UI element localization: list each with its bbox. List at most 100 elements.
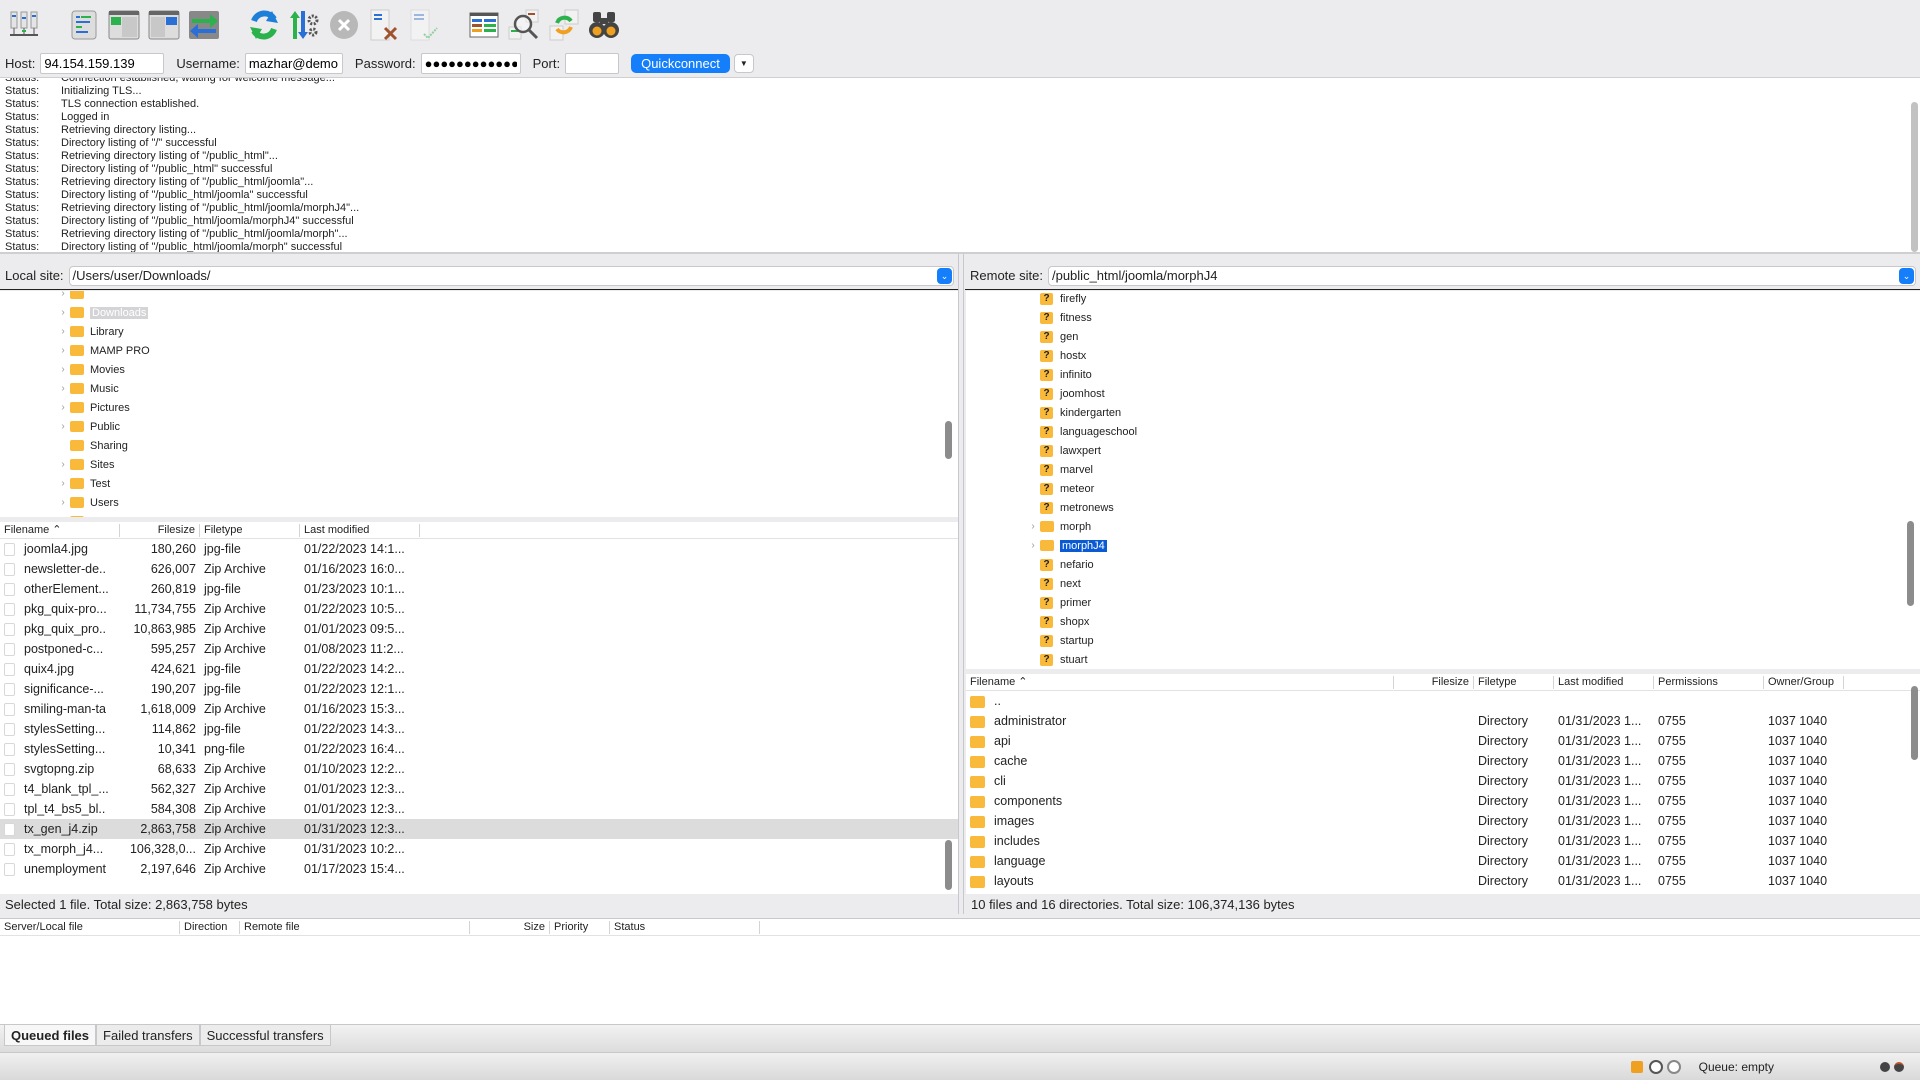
quickconnect-button[interactable]: Quickconnect [631,54,730,73]
column-header-filename[interactable]: Filename ⌃ [0,523,120,537]
file-row[interactable]: tpl_t4_bs5_bl.. 584,308 Zip Archive 01/01/2… [0,799,958,819]
directory-filter-button[interactable] [466,7,502,43]
tree-item[interactable]: › MAMP PRO [56,341,958,360]
tree-item[interactable]: › [56,291,958,303]
tab-failed-transfers[interactable]: Failed transfers [96,1025,200,1046]
tree-item[interactable]: ? lawxpert [1026,441,1920,460]
remote-list-scrollbar[interactable] [1911,686,1918,760]
toggle-message-log-button[interactable] [66,7,102,43]
file-row[interactable]: joomla4.jpg 180,260 jpg-file 01/22/2023 14:… [0,539,958,559]
site-manager-button[interactable] [6,7,42,43]
queue-column-server-local-file[interactable]: Server/Local file [0,920,180,934]
message-log-scrollbar[interactable] [1911,102,1918,252]
cancel-operation-button[interactable] [326,7,362,43]
chevron-right-icon[interactable]: › [56,421,70,432]
chevron-right-icon[interactable]: › [56,364,70,375]
tree-item[interactable]: › Music [56,379,958,398]
file-row[interactable]: smiling-man-ta 1,618,009 Zip Archive 01/16/… [0,699,958,719]
disconnect-button[interactable] [366,7,402,43]
file-row[interactable]: cache Directory 01/31/2023 1... 0755 1037 10… [966,751,1920,771]
toggle-transfer-queue-button[interactable] [186,7,222,43]
chevron-right-icon[interactable]: › [56,402,70,413]
tree-item[interactable]: ? firefly [1026,291,1920,308]
file-row[interactable]: api Directory 01/31/2023 1... 0755 1037 1040 [966,731,1920,751]
chevron-right-icon[interactable]: › [56,383,70,394]
local-path-dropdown[interactable]: ⌄ [937,267,952,284]
tree-item[interactable]: › Pictures [56,398,958,417]
file-row[interactable]: newsletter-de.. 626,007 Zip Archive 01/16/2… [0,559,958,579]
file-row[interactable]: svgtopng.zip 68,633 Zip Archive 01/10/2023 … [0,759,958,779]
file-row[interactable]: images Directory 01/31/2023 1... 0755 1037 1… [966,811,1920,831]
local-list-scrollbar[interactable] [945,840,952,890]
tree-item[interactable]: › morphJ4 [1026,536,1920,555]
file-row[interactable]: significance-... 190,207 jpg-file 01/22/202… [0,679,958,699]
column-header-last-modified[interactable]: Last modified [300,523,420,537]
file-row[interactable]: quix4.jpg 424,621 jpg-file 01/22/2023 14:2.… [0,659,958,679]
tree-item[interactable]: ? next [1026,574,1920,593]
chevron-right-icon[interactable]: › [56,478,70,489]
search-remote-files-button[interactable] [586,7,622,43]
remote-path-input[interactable]: /public_html/joomla/morphJ4 ⌄ [1047,265,1916,286]
column-header-filetype[interactable]: Filetype [200,523,300,537]
chevron-right-icon[interactable]: › [1026,521,1040,532]
remote-tree-scrollbar[interactable] [1907,521,1914,606]
tree-item[interactable]: › Library [56,322,958,341]
file-row[interactable]: pkg_quix_pro.. 10,863,985 Zip Archive 01/01… [0,619,958,639]
tree-item[interactable]: ? kindergarten [1026,403,1920,422]
tree-item[interactable]: ? marvel [1026,460,1920,479]
tree-item[interactable]: ? stuart [1026,650,1920,669]
column-header-filename[interactable]: Filename ⌃ [966,675,1394,689]
chevron-right-icon[interactable]: › [56,516,70,517]
queue-column-size[interactable]: Size [470,920,550,934]
tree-item[interactable]: › Movies [56,360,958,379]
chevron-right-icon[interactable]: › [56,497,70,508]
chevron-right-icon[interactable]: › [56,326,70,337]
pane-splitter[interactable] [958,254,964,914]
queue-column-direction[interactable]: Direction [180,920,240,934]
chevron-right-icon[interactable]: › [56,345,70,356]
file-row[interactable]: layouts Directory 01/31/2023 1... 0755 1037 … [966,871,1920,891]
reconnect-button[interactable] [406,7,442,43]
queue-column-priority[interactable]: Priority [550,920,610,934]
queue-column-status[interactable]: Status [610,920,760,934]
tree-item[interactable]: ? joomhost [1026,384,1920,403]
column-header-filesize[interactable]: Filesize [1394,675,1474,689]
tab-queued-files[interactable]: Queued files [4,1025,97,1046]
local-path-input[interactable]: /Users/user/Downloads/ ⌄ [68,265,954,286]
column-header-filetype[interactable]: Filetype [1474,675,1554,689]
column-header-last-modified[interactable]: Last modified [1554,675,1654,689]
file-row[interactable]: tx_gen_j4.zip 2,863,758 Zip Archive 01/31/2… [0,819,958,839]
tree-item[interactable]: ? nefario [1026,555,1920,574]
synchronized-browsing-button[interactable] [546,7,582,43]
file-row[interactable]: otherElement... 260,819 jpg-file 01/23/2023… [0,579,958,599]
column-header-owner-group[interactable]: Owner/Group [1764,675,1844,689]
tree-item[interactable]: ? fitness [1026,308,1920,327]
username-input[interactable] [244,53,343,74]
toggle-comparison-button[interactable] [506,7,542,43]
column-header-filesize[interactable]: Filesize [120,523,200,537]
file-row[interactable]: tx_morph_j4... 106,328,0... Zip Archive 01/… [0,839,958,859]
file-row[interactable]: stylesSetting... 10,341 png-file 01/22/2023… [0,739,958,759]
tree-item[interactable]: › Downloads [56,303,958,322]
refresh-button[interactable] [246,7,282,43]
port-input[interactable] [565,53,620,74]
file-row[interactable]: postponed-c... 595,257 Zip Archive 01/08/20… [0,639,958,659]
tree-item[interactable]: ? metronews [1026,498,1920,517]
remote-path-dropdown[interactable]: ⌄ [1899,267,1914,284]
file-row[interactable]: includes Directory 01/31/2023 1... 0755 1037… [966,831,1920,851]
tree-item[interactable]: ? hostx [1026,346,1920,365]
process-queue-button[interactable] [286,7,322,43]
tree-item[interactable]: ? primer [1026,593,1920,612]
chevron-right-icon[interactable]: › [1026,540,1040,551]
file-row[interactable]: unemployment 2,197,646 Zip Archive 01/17/20… [0,859,958,879]
tree-item[interactable]: › morph [1026,517,1920,536]
file-row[interactable]: .. [966,691,1920,711]
file-row[interactable]: stylesSetting... 114,862 jpg-file 01/22/202… [0,719,958,739]
file-row[interactable]: pkg_quix-pro... 11,734,755 Zip Archive 01/2… [0,599,958,619]
file-row[interactable]: components Directory 01/31/2023 1... 0755 10… [966,791,1920,811]
quickconnect-history-dropdown[interactable]: ▼ [733,54,754,73]
tree-item[interactable]: › Test [56,474,958,493]
queue-column-remote-file[interactable]: Remote file [240,920,470,934]
toggle-local-tree-button[interactable] [106,7,142,43]
tree-item[interactable]: ? shopx [1026,612,1920,631]
